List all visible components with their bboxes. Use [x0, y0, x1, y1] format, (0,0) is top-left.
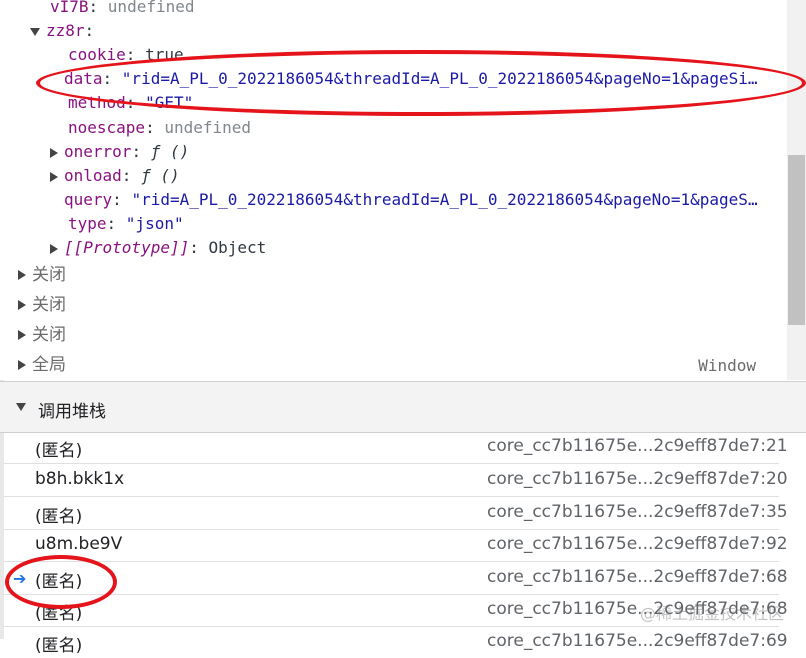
prop-value: undefined [107, 0, 195, 16]
scope-line-data[interactable]: data: "rid=A_PL_0_2022186054&threadId=A_… [64, 67, 780, 91]
prop-sep: : [102, 69, 122, 88]
frame-function: (匿名) [35, 604, 83, 624]
prop-key: cookie [68, 45, 126, 64]
callstack-frame[interactable]: u8m.be9V core_cc7b11675e...2c9eff87de7:9… [3, 529, 788, 562]
prop-key: noescape [68, 118, 146, 137]
closure-label: 关闭 [32, 265, 66, 285]
callstack-frame[interactable]: (匿名) core_cc7b11675e...2c9eff87de7:35 [3, 497, 788, 530]
scope-line-method[interactable]: method: "GET" [68, 91, 193, 115]
prop-value: "GET" [145, 93, 194, 112]
frame-location[interactable]: core_cc7b11675e...2c9eff87de7:35 [487, 502, 788, 522]
prop-sep: : [125, 45, 146, 64]
closure-scope-row[interactable]: 关闭 [18, 290, 66, 320]
callstack-frame[interactable]: b8h.bkk1x core_cc7b11675e...2c9eff87de7:… [3, 464, 788, 497]
frame-function: (匿名) [35, 507, 83, 527]
closure-scope-row[interactable]: 关闭 [18, 320, 66, 350]
scope-line-onload[interactable]: onload: ƒ () [50, 164, 180, 188]
global-value: Window [698, 356, 756, 375]
callstack-section-header[interactable]: 调用堆栈 [0, 381, 806, 433]
prop-key: onload [64, 166, 122, 185]
expand-triangle-icon[interactable] [18, 270, 26, 280]
expand-triangle-icon[interactable] [18, 330, 26, 340]
prop-key: type [68, 214, 107, 233]
prop-value: ƒ () [150, 142, 190, 161]
closure-label: 关闭 [32, 325, 66, 345]
prop-key: data [64, 69, 103, 88]
frame-location[interactable]: core_cc7b11675e...2c9eff87de7:20 [487, 469, 788, 489]
prop-key: vI7B [50, 0, 89, 16]
expand-triangle-icon[interactable] [30, 27, 40, 36]
prop-value: true [145, 45, 184, 64]
prop-value: "json" [125, 214, 184, 233]
callstack-frame[interactable]: (匿名) core_cc7b11675e...2c9eff87de7:21 [3, 431, 788, 464]
frame-function: u8m.be9V [35, 534, 123, 554]
prop-sep: : [189, 238, 209, 257]
frame-location[interactable]: core_cc7b11675e...2c9eff87de7:69 [487, 631, 788, 651]
prop-sep: : [125, 93, 146, 112]
global-label: 全局 [32, 355, 66, 375]
scope-line-prototype[interactable]: [[Prototype]]: Object [50, 236, 266, 260]
prop-sep: : [88, 0, 108, 16]
frame-location[interactable]: core_cc7b11675e...2c9eff87de7:68 [487, 567, 788, 587]
current-frame-arrow-icon: ➔ [13, 569, 27, 588]
scope-line-noescape[interactable]: noescape: undefined [68, 116, 251, 140]
expand-triangle-icon[interactable] [50, 243, 58, 254]
prop-sep: : [84, 21, 95, 40]
prop-value: Object [208, 238, 267, 257]
closure-label: 关闭 [32, 295, 66, 315]
expand-triangle-icon[interactable] [18, 300, 26, 310]
frame-function: b8h.bkk1x [35, 469, 125, 489]
callstack-frame-current[interactable]: ➔ (匿名) core_cc7b11675e...2c9eff87de7:68 [3, 562, 788, 595]
prop-value: ƒ () [141, 166, 180, 185]
scope-line-query[interactable]: query: "rid=A_PL_0_2022186054&threadId=A… [64, 188, 780, 212]
frame-function: (匿名) [35, 636, 83, 656]
expand-triangle-icon[interactable] [50, 147, 58, 158]
frame-location[interactable]: core_cc7b11675e...2c9eff87de7:21 [487, 436, 788, 456]
collapse-triangle-icon[interactable] [16, 403, 26, 411]
prop-sep: : [145, 118, 165, 137]
prop-value: "rid=A_PL_0_2022186054&threadId=A_PL_0_2… [121, 69, 758, 88]
frame-function: (匿名) [35, 441, 83, 461]
prop-sep: : [121, 166, 142, 185]
closure-scope-row[interactable]: 关闭 [18, 260, 66, 290]
frame-location[interactable]: core_cc7b11675e...2c9eff87de7:92 [487, 534, 788, 554]
callstack-frame[interactable]: (匿名) core_cc7b11675e...2c9eff87de7:69 [3, 626, 788, 658]
prop-key: [[Prototype]] [64, 238, 190, 257]
expand-triangle-icon[interactable] [50, 171, 58, 182]
expand-triangle-icon[interactable] [18, 360, 26, 370]
scope-line-vI7B[interactable]: vI7B: undefined [50, 0, 195, 19]
scope-line-cookie[interactable]: cookie: true [68, 43, 184, 67]
prop-key: query [64, 190, 113, 209]
prop-key: onerror [64, 142, 132, 161]
scope-line-onerror[interactable]: onerror: ƒ () [50, 140, 189, 164]
scope-line-zz8r[interactable]: zz8r: [30, 19, 94, 43]
prop-key: zz8r [46, 21, 85, 40]
prop-value: undefined [164, 118, 252, 137]
prop-value: "rid=A_PL_0_2022186054&threadId=A_PL_0_2… [131, 190, 758, 209]
prop-sep: : [112, 190, 132, 209]
prop-sep: : [106, 214, 126, 233]
scope-panel: vI7B: undefined zz8r: cookie: true data:… [0, 0, 786, 380]
frame-function: (匿名) [35, 572, 83, 592]
global-scope-row[interactable]: 全局 [18, 350, 66, 380]
scope-line-type[interactable]: type: "json" [68, 212, 184, 236]
callstack-title: 调用堆栈 [38, 402, 106, 422]
prop-sep: : [131, 142, 151, 161]
prop-key: method [68, 93, 126, 112]
scope-scrollbar-thumb[interactable] [788, 155, 805, 325]
watermark: @稀土掘金技术社区 [640, 604, 785, 623]
